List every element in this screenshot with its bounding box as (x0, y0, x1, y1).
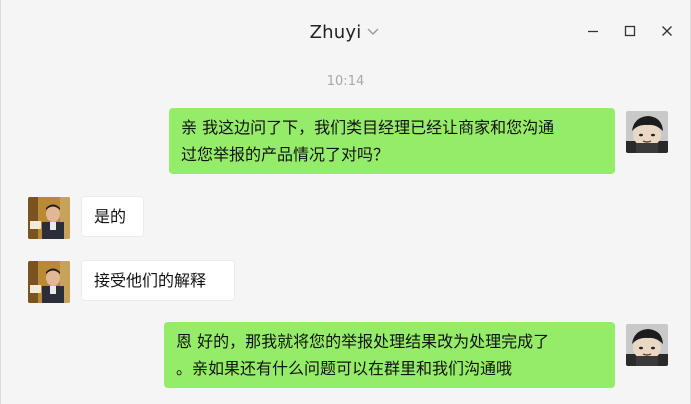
message-text-line: 接受他们的解释 (94, 271, 207, 290)
chat-window: Zhuyi 10:14 亲 我这边问了下，我们类目经理已经让商家和您沟通 过您举… (0, 0, 691, 404)
my-avatar[interactable] (626, 111, 668, 153)
close-button[interactable] (656, 20, 678, 42)
incoming-message-bubble[interactable]: 是的 (81, 196, 144, 237)
message-text-line: 亲 我这边问了下，我们类目经理已经让商家和您沟通 (181, 118, 555, 137)
message-timestamp: 10:14 (326, 74, 365, 89)
close-icon (662, 26, 672, 36)
maximize-button[interactable] (619, 20, 641, 42)
message-text-line: 是的 (94, 207, 127, 226)
chevron-down-icon[interactable] (365, 23, 381, 39)
contact-avatar[interactable] (28, 261, 70, 303)
message-text-line: 过您举报的产品情况了对吗？ (181, 145, 390, 164)
incoming-message-bubble[interactable]: 接受他们的解释 (81, 260, 235, 301)
title-bar: Zhuyi (1, 0, 690, 64)
chat-title[interactable]: Zhuyi (310, 22, 362, 43)
my-avatar[interactable] (626, 324, 668, 366)
message-text-line: 。亲如果还有什么问题可以在群里和我们沟通哦 (176, 359, 513, 378)
message-text-line: 恩 好的，那我就将您的举报处理结果改为处理完成了 (176, 332, 550, 351)
minimize-button[interactable] (582, 20, 604, 42)
maximize-icon (624, 25, 636, 37)
minimize-icon (588, 30, 598, 33)
outgoing-message-bubble[interactable]: 恩 好的，那我就将您的举报处理结果改为处理完成了 。亲如果还有什么问题可以在群里… (164, 322, 615, 388)
contact-avatar[interactable] (28, 197, 70, 239)
outgoing-message-bubble[interactable]: 亲 我这边问了下，我们类目经理已经让商家和您沟通 过您举报的产品情况了对吗？ (169, 108, 615, 174)
